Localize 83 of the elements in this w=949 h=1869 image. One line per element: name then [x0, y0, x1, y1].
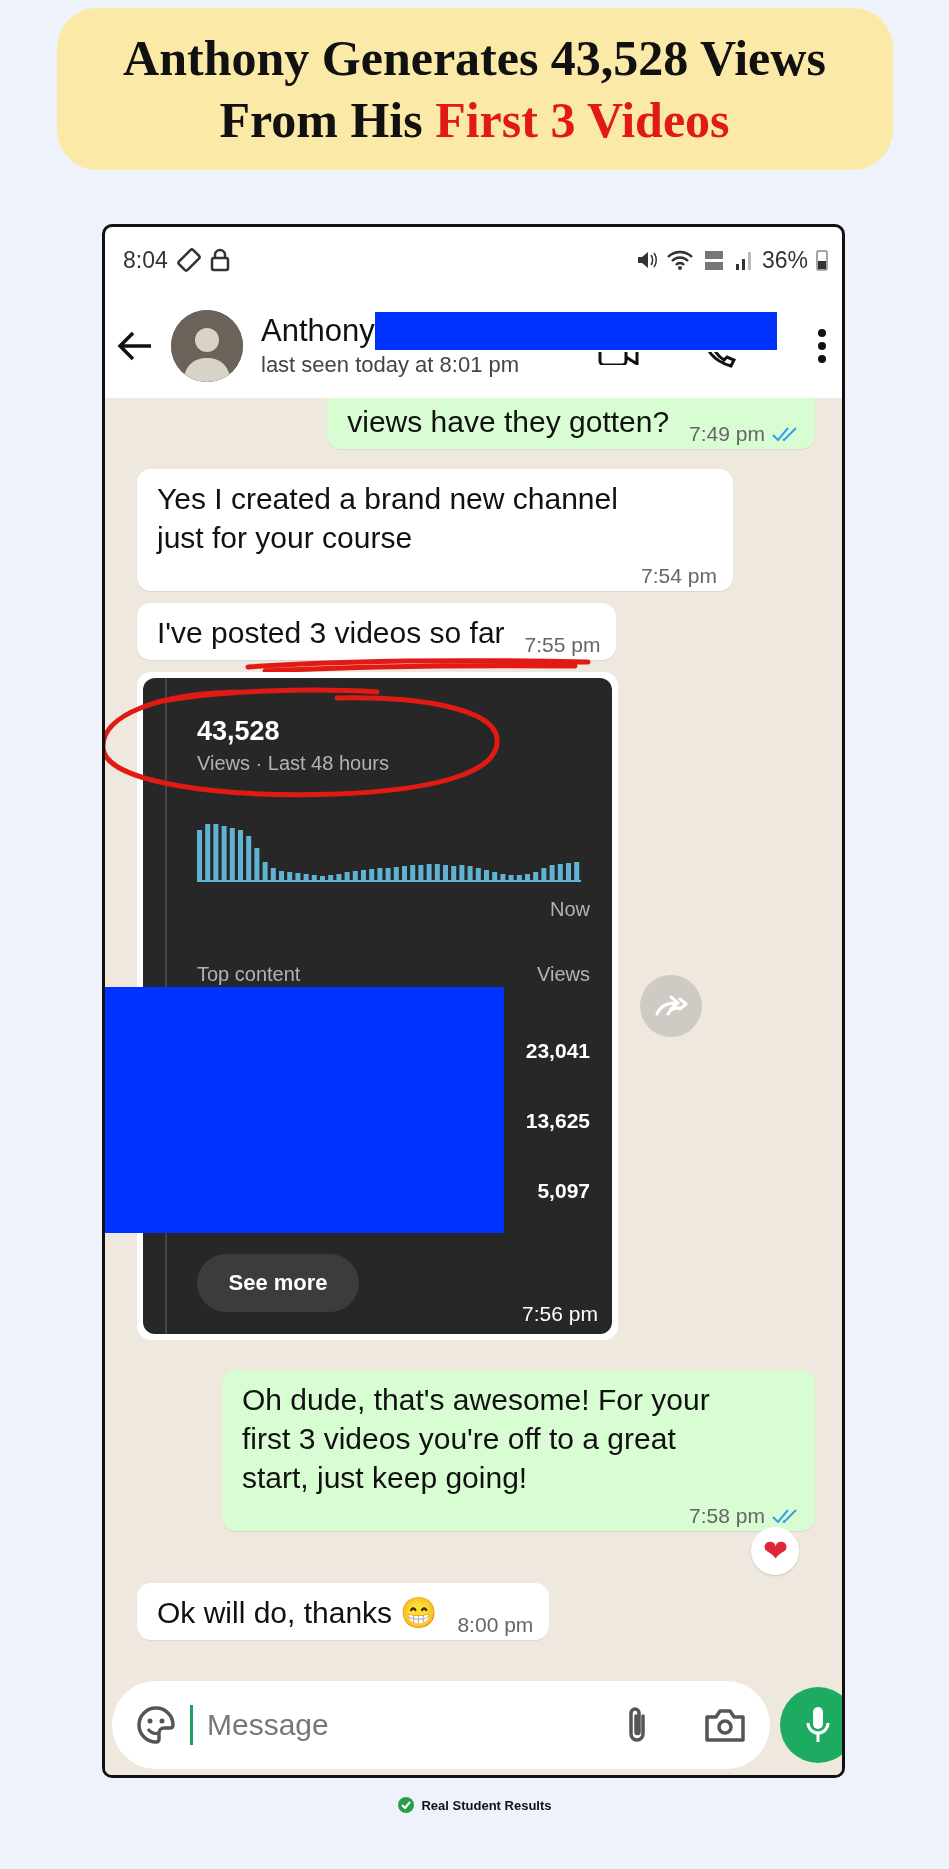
forward-icon — [654, 994, 688, 1018]
message-time: 7:55 pm — [524, 632, 601, 658]
sparkline-bar — [352, 871, 358, 880]
microphone-icon — [805, 1705, 831, 1745]
sparkline-bar — [254, 848, 260, 880]
message-text: views have they gotten? — [347, 404, 670, 440]
sparkline-bar — [344, 872, 350, 880]
sparkline-bar — [385, 868, 391, 880]
text-cursor — [190, 1705, 193, 1745]
microphone-button[interactable] — [780, 1687, 842, 1763]
sparkline-bar — [467, 866, 473, 880]
last-seen-status: last seen today at 8:01 pm — [261, 350, 520, 379]
sparkline-bar — [434, 864, 440, 880]
sparkline-bar — [451, 866, 457, 880]
message-text: Ok will do, thanks 😁 — [157, 1595, 438, 1631]
sparkline-bar — [270, 868, 276, 880]
reaction-emoji[interactable]: ❤ — [751, 1527, 799, 1575]
headline: Anthony Generates 43,528 Views From His First 3 Videos — [123, 29, 826, 150]
sparkline-bar — [549, 865, 555, 880]
sparkline-bar — [566, 863, 571, 880]
sparkline-bar — [443, 865, 448, 880]
sparkline-bar — [402, 866, 407, 880]
sparkline-bar — [361, 870, 366, 880]
sparkline-bar — [229, 828, 235, 880]
rotate-icon — [175, 247, 202, 273]
sparkline-bar — [287, 872, 293, 880]
sparkline-bar — [221, 826, 227, 880]
signal-icon — [733, 249, 754, 271]
wifi-icon — [665, 249, 694, 271]
sparkline-bar — [213, 824, 219, 880]
column-heading: Views — [537, 963, 590, 986]
sparkline-bar — [426, 864, 432, 880]
message-time: 7:49 pm — [689, 421, 765, 447]
sticker-icon[interactable] — [136, 1705, 176, 1745]
message-time: 7:56 pm — [522, 1302, 598, 1326]
clock-time: 8:04 — [123, 246, 168, 274]
message-time: 8:00 pm — [457, 1612, 534, 1638]
sparkline-bar — [377, 868, 383, 880]
axis-label: Now — [550, 898, 590, 921]
sparkline-bar — [279, 871, 284, 880]
sparkline-bar — [393, 867, 399, 880]
check-badge-icon — [397, 1796, 416, 1814]
sparkline-bar — [238, 830, 243, 880]
sparkline-bar — [484, 870, 489, 880]
view-count: 13,625 — [525, 1108, 590, 1134]
message-time: 7:58 pm — [689, 1503, 765, 1529]
sparkline-bar — [541, 868, 547, 880]
camera-icon[interactable] — [704, 1707, 746, 1743]
more-options-icon[interactable] — [816, 327, 828, 364]
column-heading: Top content — [197, 963, 301, 986]
message-time: 7:54 pm — [641, 563, 717, 589]
lock-icon — [209, 248, 230, 272]
view-count: 23,041 — [525, 1038, 590, 1064]
battery-percent: 36% — [761, 246, 808, 274]
battery-icon — [816, 249, 828, 271]
sparkline-bar — [197, 830, 202, 880]
sparkline-bar — [303, 874, 309, 880]
sparkline-bar — [295, 873, 301, 880]
total-views: 43,528 — [197, 715, 280, 748]
message-text: Oh dude, that's awesome! For your first 3 videos you're off to a great start, just keep going! — [242, 1382, 711, 1496]
sparkline-bar — [410, 865, 416, 880]
sparkline-bar — [574, 862, 580, 880]
sparkline-bar — [205, 824, 211, 880]
message-text: I've posted 3 videos so far — [157, 615, 505, 651]
sparkline-bar — [369, 869, 375, 880]
sparkline-bar — [336, 874, 342, 880]
sparkline-bar — [459, 865, 465, 880]
footer-label: Real Student Results — [421, 1797, 552, 1813]
sparkline-bar — [525, 874, 530, 880]
message-input[interactable]: Message — [207, 1708, 610, 1742]
see-more-button[interactable]: See more — [197, 1254, 359, 1312]
contact-name: Anthony — [261, 311, 375, 350]
sparkline-bar — [500, 874, 506, 880]
sparkline-bar — [533, 872, 539, 880]
views-caption: Views · Last 48 hours — [197, 751, 389, 776]
sparkline-bar — [418, 865, 424, 880]
message-text: Yes I created a brand new channel just for your course — [157, 481, 619, 556]
sparkline-bar — [246, 836, 252, 880]
sparkline-bar — [475, 868, 481, 880]
sparkline-bar — [262, 862, 268, 880]
view-count: 5,097 — [537, 1178, 590, 1204]
sparkline-bar — [492, 872, 498, 880]
sparkline-bar — [557, 864, 563, 880]
